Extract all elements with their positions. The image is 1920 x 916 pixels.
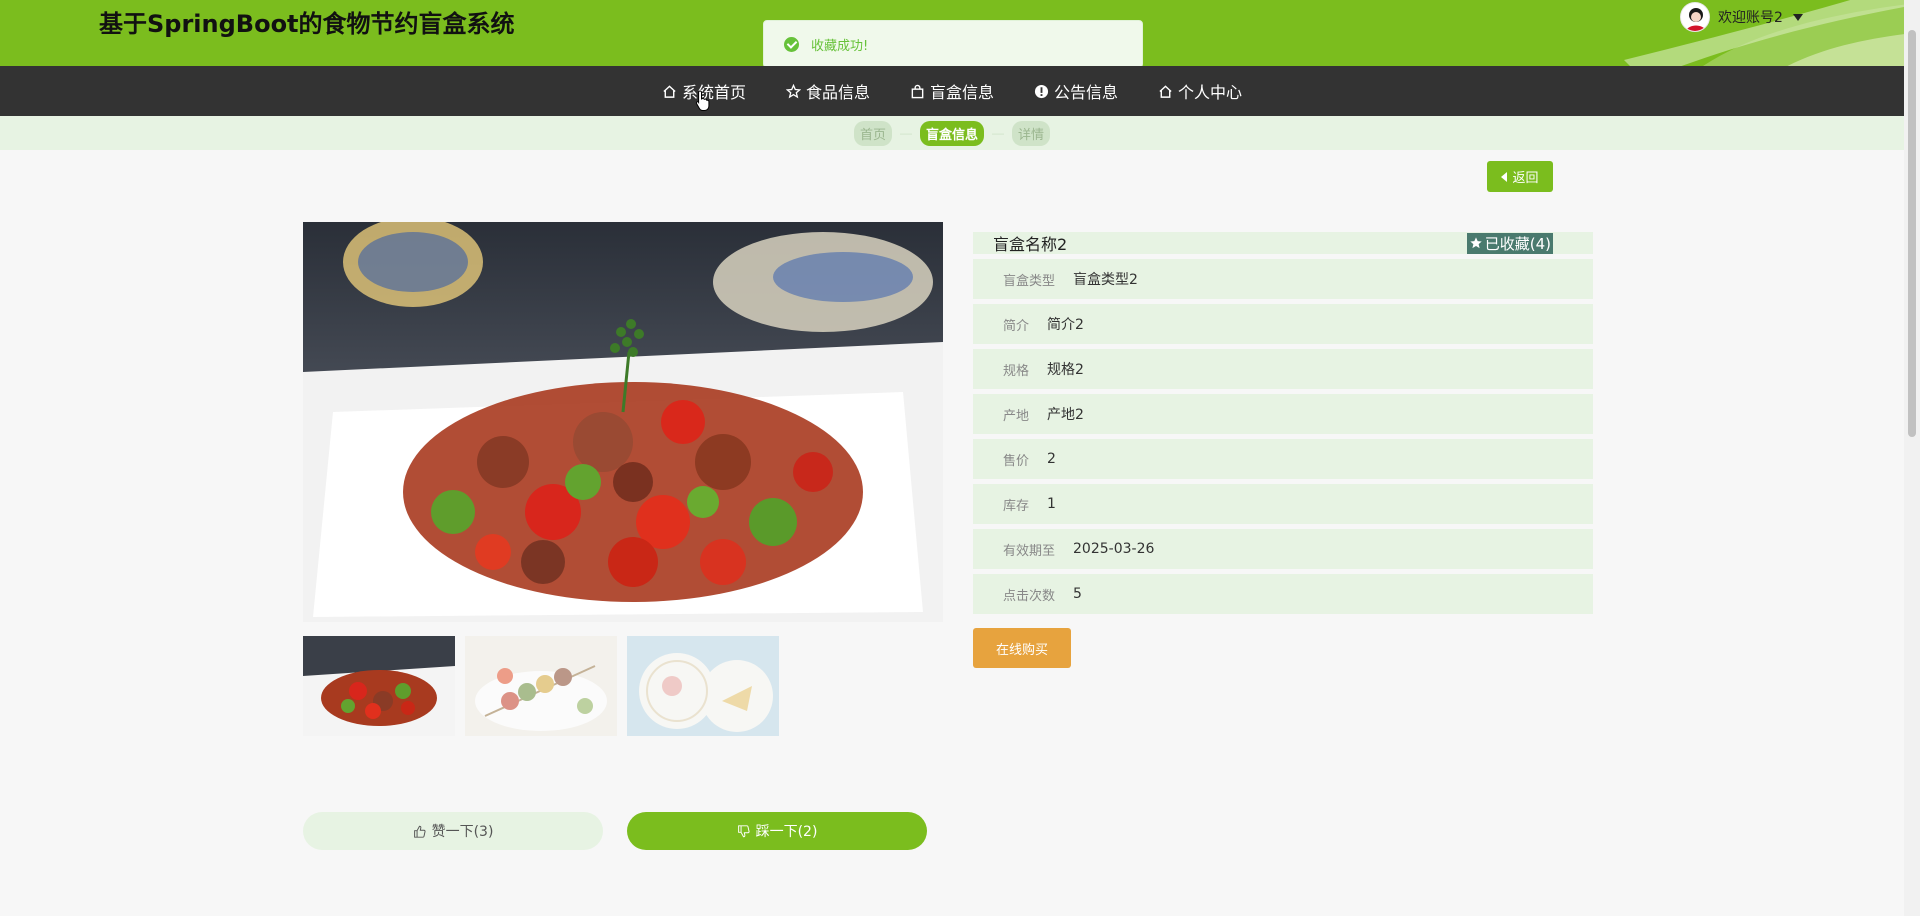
nav-item-personal[interactable]: 个人中心 <box>1158 79 1242 103</box>
breadcrumb-home[interactable]: 首页 <box>853 120 892 146</box>
field-row-type: 盲盒类型 盲盒类型2 <box>973 259 1593 299</box>
like-button[interactable]: 赞一下(3) <box>303 812 603 850</box>
nav-label: 公告信息 <box>1054 83 1119 102</box>
breadcrumb-separator: — <box>992 126 1004 140</box>
home-icon <box>1159 84 1172 98</box>
breadcrumb-blindbox[interactable]: 盲盒信息 <box>919 120 984 146</box>
field-value: 产地2 <box>1047 407 1084 423</box>
product-main-image <box>303 222 943 622</box>
field-value: 2 <box>1047 451 1056 467</box>
product-info-panel: 盲盒名称2 已收藏(4) 盲盒类型 盲盒类型2 简介 简介2 规格 规格2 产地… <box>973 232 1593 614</box>
favorite-button[interactable]: 已收藏(4) <box>1466 232 1553 254</box>
field-key: 点击次数 <box>1003 588 1056 604</box>
buy-online-button[interactable]: 在线购买 <box>973 628 1071 668</box>
back-button[interactable]: 返回 <box>1487 161 1553 192</box>
caret-left-icon <box>1501 171 1508 182</box>
thumbnail-3[interactable] <box>627 636 779 736</box>
nav-label: 食品信息 <box>805 83 870 102</box>
star-icon <box>785 83 801 98</box>
site-title: 基于SpringBoot的食物节约盲盒系统 <box>99 10 515 38</box>
field-key: 规格 <box>1003 363 1030 379</box>
like-label: 赞一下(3) <box>431 824 494 840</box>
field-row-clicks: 点击次数 5 <box>973 574 1593 614</box>
thumbnail-list <box>303 636 779 736</box>
nav-label: 盲盒信息 <box>929 83 994 102</box>
field-row-expiry: 有效期至 2025-03-26 <box>973 529 1593 569</box>
field-value: 盲盒类型2 <box>1073 272 1138 288</box>
field-key: 盲盒类型 <box>1003 273 1056 289</box>
star-filled-icon <box>1470 237 1482 249</box>
dislike-label: 踩一下(2) <box>755 824 818 840</box>
field-value: 5 <box>1073 586 1082 602</box>
field-key: 售价 <box>1003 453 1030 469</box>
field-value: 简介2 <box>1047 317 1084 333</box>
pointer-cursor-icon <box>695 90 710 111</box>
field-key: 产地 <box>1003 408 1030 424</box>
field-value: 2025-03-26 <box>1073 541 1155 557</box>
nav-item-food[interactable]: 食品信息 <box>785 79 870 103</box>
favorite-label: 已收藏(4) <box>1484 234 1551 253</box>
field-row-intro: 简介 简介2 <box>973 304 1593 344</box>
avatar[interactable] <box>1680 2 1710 32</box>
thumbnail-1[interactable] <box>303 636 455 736</box>
alert-circle-icon <box>1034 84 1049 98</box>
bag-icon <box>911 84 924 98</box>
field-value: 规格2 <box>1047 362 1084 378</box>
home-icon <box>663 84 676 98</box>
nav-label: 个人中心 <box>1178 83 1243 102</box>
nav-item-notice[interactable]: 公告信息 <box>1034 79 1118 103</box>
nav-item-blindbox[interactable]: 盲盒信息 <box>910 79 994 103</box>
chevron-down-icon[interactable] <box>1792 13 1803 21</box>
field-key: 有效期至 <box>1003 543 1056 559</box>
thumbnail-2[interactable] <box>465 636 617 736</box>
breadcrumb: 首页 — 盲盒信息 — 详情 <box>0 116 1904 150</box>
breadcrumb-separator: — <box>899 126 912 140</box>
breadcrumb-detail: 详情 <box>1012 120 1051 146</box>
success-check-icon <box>784 36 799 52</box>
field-key: 简介 <box>1003 318 1030 334</box>
scrollbar-thumb[interactable] <box>1908 30 1916 437</box>
user-menu[interactable]: 欢迎账号2 <box>1680 2 1803 32</box>
thumbs-up-icon <box>413 825 426 838</box>
main-nav: 系统首页 食品信息 盲盒信息 公告信息 个人中心 <box>0 66 1904 116</box>
back-button-label: 返回 <box>1512 171 1539 186</box>
field-key: 库存 <box>1003 498 1030 514</box>
page-scrollbar[interactable] <box>1904 0 1920 916</box>
field-row-price: 售价 2 <box>973 439 1593 479</box>
product-title-row: 盲盒名称2 已收藏(4) <box>973 232 1593 254</box>
product-name: 盲盒名称2 <box>993 235 1068 254</box>
welcome-user-label[interactable]: 欢迎账号2 <box>1718 7 1783 27</box>
field-value: 1 <box>1047 496 1056 512</box>
nav-label: 系统首页 <box>681 83 746 102</box>
field-row-stock: 库存 1 <box>973 484 1593 524</box>
dislike-button[interactable]: 踩一下(2) <box>627 812 927 850</box>
toast-message: 收藏成功! <box>811 38 869 54</box>
field-row-spec: 规格 规格2 <box>973 349 1593 389</box>
field-row-origin: 产地 产地2 <box>973 394 1593 434</box>
thumbs-down-icon <box>737 824 750 837</box>
success-toast: 收藏成功! <box>763 20 1143 68</box>
